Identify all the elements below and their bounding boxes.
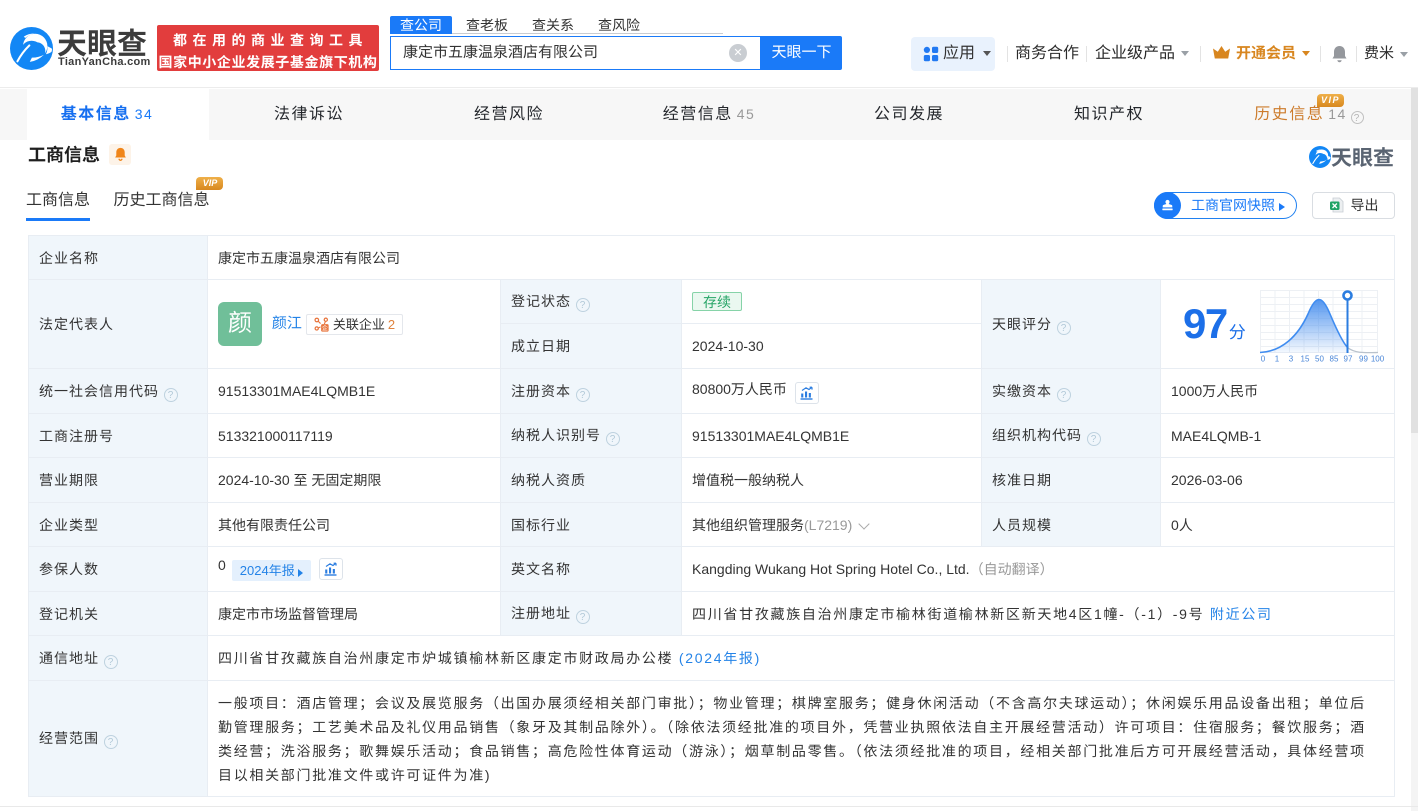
svg-text:50: 50 — [1315, 355, 1324, 364]
svg-text:99: 99 — [1359, 355, 1368, 364]
svg-text:100: 100 — [1371, 355, 1385, 364]
svg-text:0: 0 — [1261, 355, 1266, 364]
svg-text:15: 15 — [1301, 355, 1310, 364]
svg-text:97: 97 — [1344, 355, 1353, 364]
svg-text:1: 1 — [1275, 355, 1280, 364]
svg-text:企: 企 — [322, 323, 328, 332]
svg-text:85: 85 — [1330, 355, 1339, 364]
svg-text:3: 3 — [1289, 355, 1294, 364]
